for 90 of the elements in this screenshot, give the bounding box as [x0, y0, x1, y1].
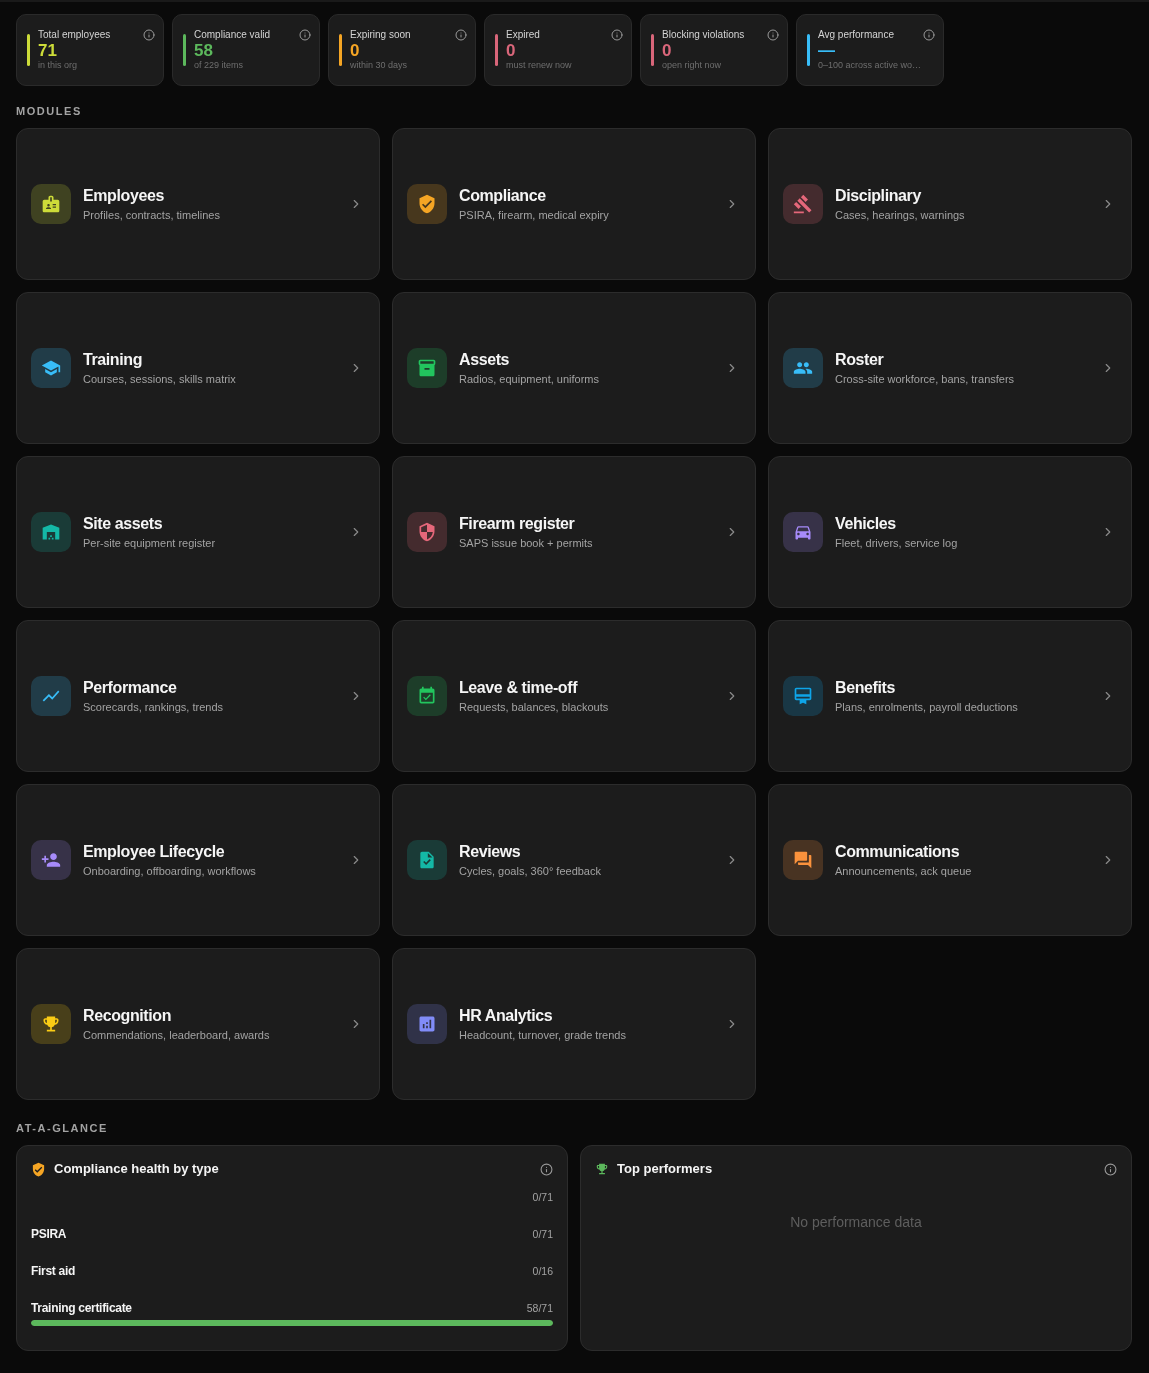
module-title: Communications — [835, 842, 960, 862]
compliance-type-label: Training certificate — [31, 1301, 132, 1315]
module-title: Firearm register — [459, 514, 575, 534]
module-card[interactable]: Reviews Cycles, goals, 360° feedback — [392, 784, 756, 936]
module-description: Onboarding, offboarding, workflows — [83, 864, 256, 878]
module-title: Training — [83, 350, 143, 370]
module-title: Recognition — [83, 1006, 172, 1026]
module-description: Profiles, contracts, timelines — [83, 208, 220, 222]
info-icon[interactable] — [923, 29, 935, 41]
module-card[interactable]: Employees Profiles, contracts, timelines — [16, 128, 380, 280]
module-title: Employee Lifecycle — [83, 842, 225, 862]
compliance-type-label: First aid — [31, 1264, 75, 1278]
module-title: Benefits — [835, 678, 895, 698]
stat-label: Compliance valid — [194, 29, 271, 41]
info-icon[interactable] — [611, 29, 623, 41]
module-card[interactable]: Leave & time-off Requests, balances, blackouts — [392, 620, 756, 772]
module-description: Cycles, goals, 360° feedback — [459, 864, 601, 878]
stat-note: of 229 items — [194, 60, 244, 71]
info-icon[interactable] — [455, 29, 467, 41]
info-icon[interactable] — [1104, 1162, 1117, 1176]
module-card[interactable]: Performance Scorecards, rankings, trends — [16, 620, 380, 772]
module-description: Plans, enrolments, payroll deductions — [835, 700, 1018, 714]
module-card[interactable]: HR Analytics Headcount, turnover, grade trends — [392, 948, 756, 1100]
trophy-icon — [595, 1162, 609, 1176]
module-card[interactable]: Vehicles Fleet, drivers, service log — [768, 456, 1132, 608]
module-card[interactable]: Training Courses, sessions, skills matrix — [16, 292, 380, 444]
stat-label: Expired — [506, 29, 540, 41]
module-card[interactable]: Site assets Per-site equipment register — [16, 456, 380, 608]
stat-label: Blocking violations — [662, 29, 745, 41]
stat-value: 71 — [38, 41, 57, 60]
module-description: Courses, sessions, skills matrix — [83, 372, 236, 386]
module-title: Vehicles — [835, 514, 896, 534]
module-card[interactable]: Communications Announcements, ack queue — [768, 784, 1132, 936]
empty-state-text: No performance data — [790, 1213, 922, 1232]
stat-value: 0 — [662, 41, 672, 60]
module-description: Cross-site workforce, bans, transfers — [835, 372, 1015, 386]
module-card[interactable]: Assets Radios, equipment, uniforms — [392, 292, 756, 444]
info-icon[interactable] — [299, 29, 311, 41]
module-card[interactable]: Disciplinary Cases, hearings, warnings — [768, 128, 1132, 280]
module-title: Assets — [459, 350, 510, 370]
panel-title: Top performers — [617, 1161, 713, 1177]
panel-title: Compliance health by type — [54, 1161, 219, 1177]
module-title: HR Analytics — [459, 1006, 553, 1026]
module-description: Commendations, leaderboard, awards — [83, 1028, 270, 1042]
module-card[interactable]: Recognition Commendations, leaderboard, awards — [16, 948, 380, 1100]
stat-note: open right now — [662, 60, 722, 71]
module-description: Fleet, drivers, service log — [835, 536, 958, 550]
stat-value: — — [818, 41, 835, 60]
stat-note: 0–100 across active wo… — [818, 60, 922, 71]
stat-note: must renew now — [506, 60, 572, 71]
shield-check-icon — [31, 1161, 46, 1177]
module-card[interactable]: Benefits Plans, enrolments, payroll deductions — [768, 620, 1132, 772]
module-title: Leave & time-off — [459, 678, 578, 698]
compliance-count: 0/16 — [532, 1264, 553, 1278]
stat-note: within 30 days — [350, 60, 408, 71]
module-description: Radios, equipment, uniforms — [459, 372, 599, 386]
section-heading: AT-A-GLANCE — [16, 1121, 108, 1135]
module-description: Scorecards, rankings, trends — [83, 700, 223, 714]
module-description: PSIRA, firearm, medical expiry — [459, 208, 609, 222]
stat-value: 0 — [506, 41, 516, 60]
stat-value: 58 — [194, 41, 213, 60]
module-card[interactable]: Compliance PSIRA, firearm, medical expiry — [392, 128, 756, 280]
module-title: Disciplinary — [835, 186, 921, 206]
compliance-type-label: PSIRA — [31, 1227, 67, 1241]
module-card[interactable]: Firearm register SAPS issue book + permits — [392, 456, 756, 608]
stat-value: 0 — [350, 41, 360, 60]
info-icon[interactable] — [767, 29, 779, 41]
section-heading: MODULES — [16, 104, 82, 118]
module-title: Reviews — [459, 842, 521, 862]
compliance-count: 0/71 — [532, 1227, 553, 1241]
module-description: SAPS issue book + permits — [459, 536, 593, 550]
info-icon[interactable] — [540, 1162, 553, 1176]
stat-label: Total employees — [38, 29, 111, 41]
module-description: Headcount, turnover, grade trends — [459, 1028, 626, 1042]
module-title: Compliance — [459, 186, 546, 206]
module-description: Announcements, ack queue — [835, 864, 972, 878]
module-title: Performance — [83, 678, 177, 698]
compliance-count: 58/71 — [526, 1301, 553, 1315]
stat-label: Expiring soon — [350, 29, 411, 41]
module-card[interactable]: Employee Lifecycle Onboarding, offboarding, workflows — [16, 784, 380, 936]
info-icon[interactable] — [143, 29, 155, 41]
module-title: Site assets — [83, 514, 163, 534]
module-title: Roster — [835, 350, 884, 370]
module-description: Cases, hearings, warnings — [835, 208, 965, 222]
module-description: Requests, balances, blackouts — [459, 700, 609, 714]
compliance-count: 0/71 — [532, 1190, 553, 1204]
module-description: Per-site equipment register — [83, 536, 216, 550]
module-card[interactable]: Roster Cross-site workforce, bans, transfers — [768, 292, 1132, 444]
module-title: Employees — [83, 186, 164, 206]
stat-label: Avg performance — [818, 29, 894, 41]
